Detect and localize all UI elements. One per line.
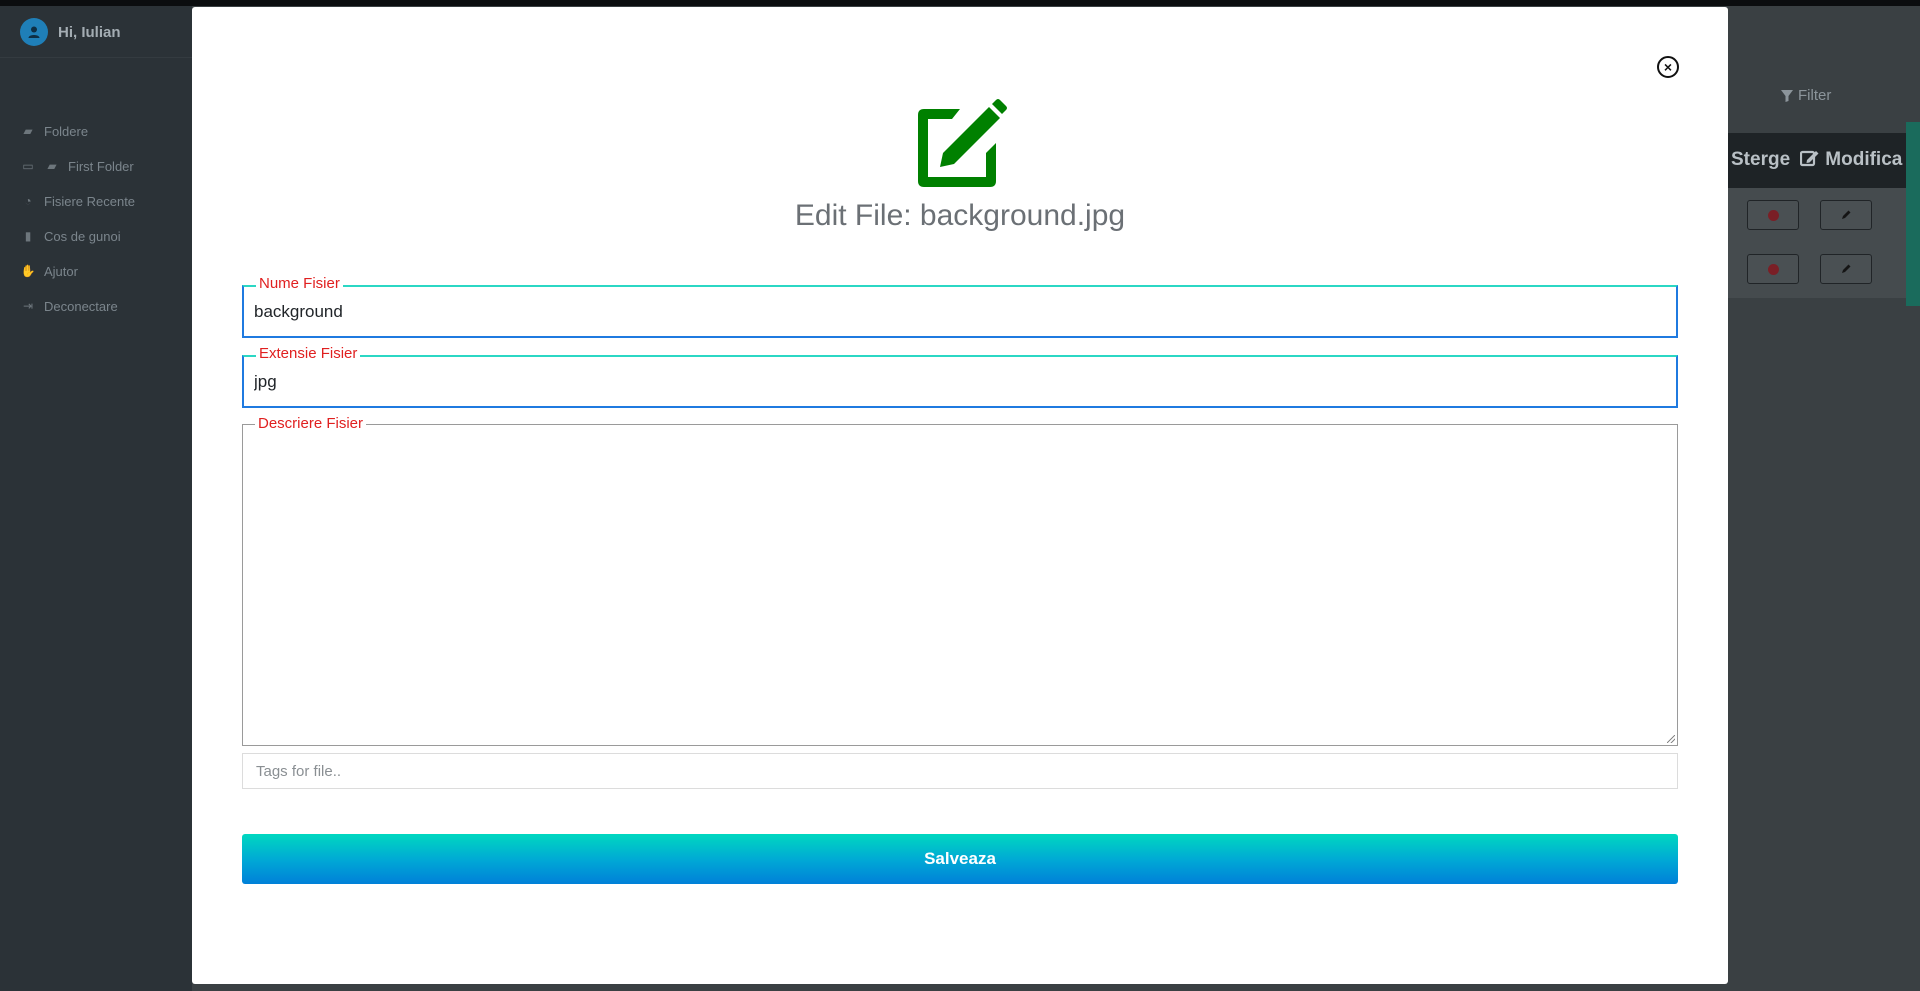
- file-extension-label: Extensie Fisier: [256, 345, 361, 363]
- close-button[interactable]: ×: [1657, 56, 1679, 78]
- modal-title: Edit File: background.jpg: [794, 199, 1126, 232]
- close-icon: ×: [1663, 59, 1673, 75]
- file-extension-field: Extensie Fisier: [242, 345, 1678, 408]
- tags-input[interactable]: [242, 753, 1678, 789]
- file-description-field: Descriere Fisier: [242, 415, 1678, 746]
- edit-file-modal: × Edit File: background.jpg Nume Fisier …: [192, 7, 1728, 984]
- file-extension-input[interactable]: [254, 371, 1654, 393]
- file-description-textarea[interactable]: [251, 439, 1667, 739]
- file-description-label: Descriere Fisier: [255, 415, 367, 433]
- edit-icon: [918, 99, 1007, 187]
- save-button[interactable]: Salveaza: [242, 834, 1678, 884]
- file-name-field: Nume Fisier: [242, 275, 1678, 338]
- file-name-label: Nume Fisier: [256, 275, 343, 293]
- resize-handle[interactable]: [1667, 735, 1675, 743]
- file-name-input[interactable]: [254, 301, 1654, 323]
